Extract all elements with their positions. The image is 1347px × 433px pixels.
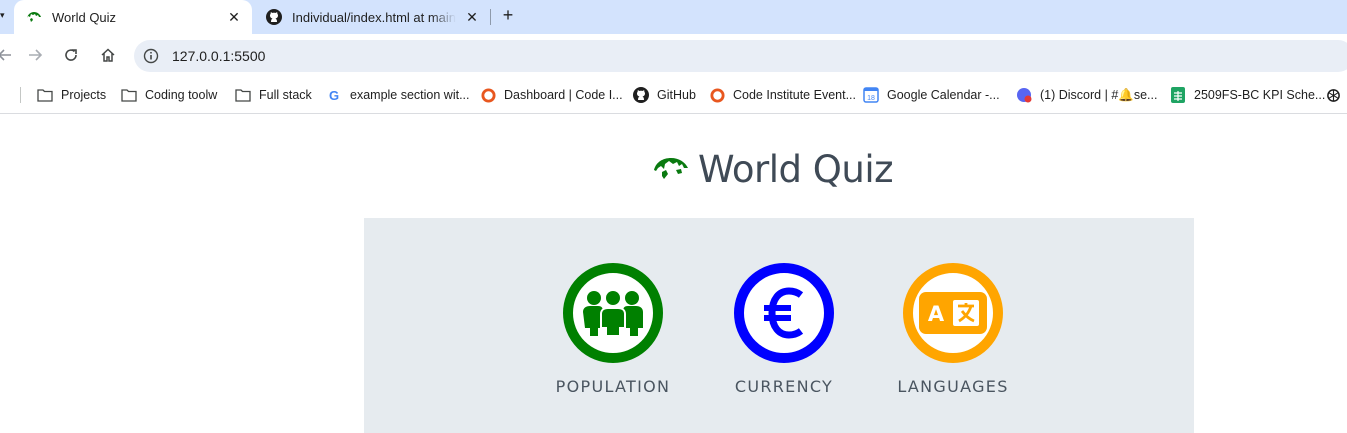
bookmarks-bar: Projects Coding toolw Full stack G examp… [0, 76, 1347, 114]
currency-circle[interactable] [734, 263, 834, 363]
tab-world-quiz[interactable]: World Quiz ✕ [14, 0, 252, 34]
folder-icon [121, 87, 137, 103]
tab-title: World Quiz [52, 9, 117, 25]
bookmark-projects[interactable]: Projects [37, 84, 106, 106]
apps-grid-icon[interactable] [0, 84, 8, 106]
bookmark-coding-toolw[interactable]: Coding toolw [121, 84, 217, 106]
page-content: World Quiz POPULATION CURRENCY A LANGUAG… [0, 115, 1347, 433]
calendar-icon: 18 [863, 87, 879, 103]
code-institute-icon [480, 87, 496, 103]
bookmark-label: Dashboard | Code I... [504, 88, 623, 102]
chatgpt-icon[interactable] [1326, 84, 1341, 106]
back-arrow-icon[interactable] [0, 44, 16, 66]
bookmark-dashboard-code-institute[interactable]: Dashboard | Code I... [480, 84, 623, 106]
bookmark-discord[interactable]: (1) Discord | #🔔se... [1016, 84, 1157, 106]
github-icon [633, 87, 649, 103]
bookmark-label: Coding toolw [145, 88, 218, 102]
site-title: World Quiz [698, 147, 894, 191]
category-label: CURRENCY [734, 377, 834, 396]
tab-github-index[interactable]: Individual/index.html at main · g ✕ [254, 0, 490, 34]
folder-icon [235, 87, 251, 103]
category-currency[interactable]: CURRENCY [704, 263, 864, 396]
people-icon [583, 291, 643, 336]
bookmark-label: GitHub [657, 88, 696, 102]
world-globe-icon [26, 9, 42, 25]
sheets-icon [1170, 87, 1186, 103]
tab-search-chevron-icon[interactable]: ▾ [0, 0, 12, 34]
category-label: POPULATION [555, 377, 671, 396]
discord-icon [1016, 87, 1032, 103]
bookmark-label: Full stack [259, 88, 312, 102]
category-languages[interactable]: A LANGUAGES [873, 263, 1033, 396]
tab-separator [490, 9, 491, 25]
address-bar[interactable]: 127.0.0.1:5500 [134, 40, 1347, 72]
euro-icon [764, 287, 804, 339]
bookmark-separator [20, 87, 21, 103]
bookmark-label: 2509FS-BC KPI Sche... [1194, 88, 1326, 102]
languages-circle[interactable]: A [903, 263, 1003, 363]
code-institute-icon [709, 87, 725, 103]
bookmark-google-calendar[interactable]: 18 Google Calendar -... [863, 84, 1000, 106]
category-panel: POPULATION CURRENCY A LANGUAGES [364, 218, 1194, 433]
bookmark-kpi-schedule[interactable]: 2509FS-BC KPI Sche... [1170, 84, 1325, 106]
url-text: 127.0.0.1:5500 [172, 48, 266, 64]
population-circle[interactable] [563, 263, 663, 363]
world-globe-icon [654, 158, 688, 179]
github-icon [266, 9, 282, 25]
reload-icon[interactable] [60, 44, 82, 66]
browser-toolbar: 127.0.0.1:5500 [0, 34, 1347, 76]
google-icon: G [328, 87, 340, 103]
home-icon[interactable] [97, 44, 119, 66]
category-population[interactable]: POPULATION [533, 263, 693, 396]
bookmark-label: Projects [61, 88, 107, 102]
site-info-icon[interactable] [142, 47, 160, 65]
new-tab-plus-icon[interactable]: + [497, 5, 519, 27]
close-tab-icon[interactable]: ✕ [462, 7, 482, 27]
tab-title: Individual/index.html at main · g [292, 9, 456, 25]
category-label: LANGUAGES [897, 377, 1009, 396]
bookmark-example-section[interactable]: G example section wit... [326, 84, 470, 106]
bookmark-label: Google Calendar -... [887, 88, 1000, 102]
svg-text:18: 18 [867, 95, 875, 102]
folder-icon [37, 87, 53, 103]
translate-icon: A [919, 292, 987, 334]
site-header[interactable]: World Quiz [652, 145, 894, 193]
bookmark-label: Code Institute Event... [733, 88, 856, 102]
bookmark-code-institute-events[interactable]: Code Institute Event... [709, 84, 856, 106]
bookmark-label: (1) Discord | #🔔se... [1040, 87, 1158, 102]
bookmark-full-stack[interactable]: Full stack [235, 84, 312, 106]
bookmark-label: example section wit... [350, 88, 470, 102]
bookmark-github[interactable]: GitHub [633, 84, 696, 106]
tab-strip: ▾ World Quiz ✕ Individual/index.html at … [0, 0, 1347, 34]
close-tab-icon[interactable]: ✕ [224, 7, 244, 27]
forward-arrow-icon[interactable] [24, 44, 46, 66]
svg-text:A: A [928, 302, 945, 326]
